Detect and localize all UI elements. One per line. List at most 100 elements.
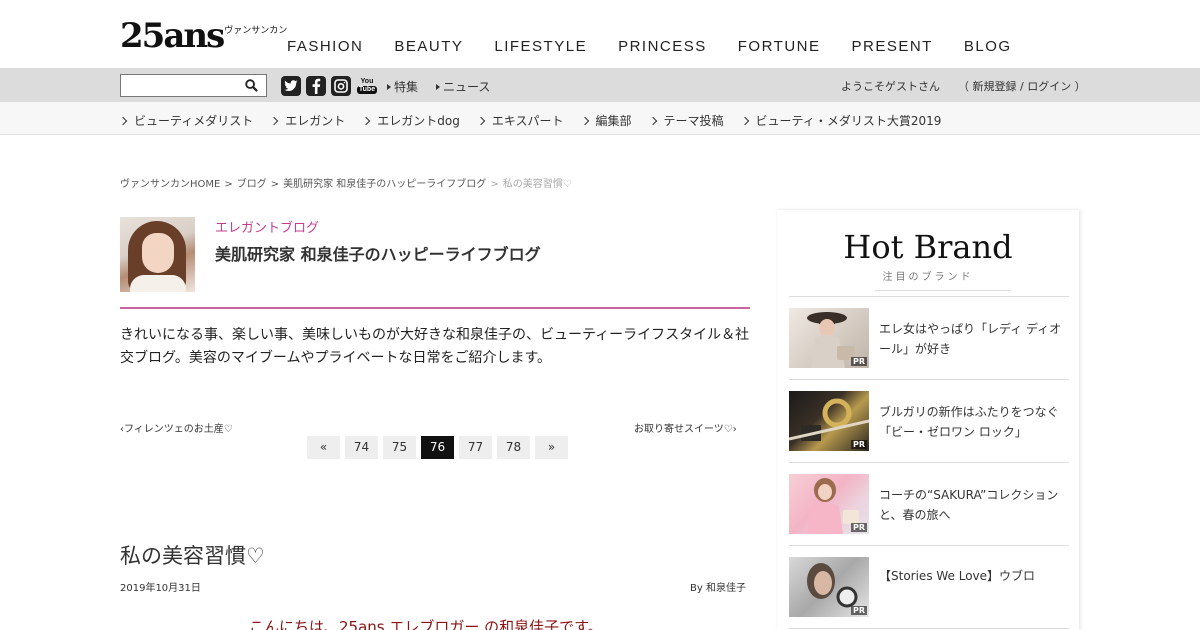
breadcrumb-blog-name[interactable]: 美肌研究家 和泉佳子のハッピーライフブログ: [283, 179, 486, 190]
sidebar-title: Hot Brand: [843, 228, 1013, 266]
article-author: By 和泉佳子: [690, 583, 746, 594]
blog-category[interactable]: エレガントブログ: [215, 217, 319, 236]
brand-item[interactable]: PR コーチの“SAKURA”コレクションと、春の旅へ: [789, 463, 1069, 546]
youtube-icon[interactable]: You Tube: [356, 76, 378, 96]
blog-title[interactable]: 美肌研究家 和泉佳子のハッピーライフブログ: [215, 241, 541, 265]
search-input[interactable]: [121, 75, 239, 97]
breadcrumb-separator: >: [490, 179, 499, 190]
category-elegant[interactable]: エレガント: [270, 112, 346, 129]
youtube-bottom-text: Tube: [356, 86, 378, 94]
category-theme-post[interactable]: テーマ投稿: [648, 112, 724, 129]
category-label: 編集部: [595, 114, 632, 128]
hot-brand-sidebar: Hot Brand 注目のブランド PR エレ女はやっぱり「レディ ディオール」…: [777, 210, 1079, 630]
nav-lifestyle[interactable]: LIFESTYLE: [494, 38, 587, 55]
brand-item-text: コーチの“SAKURA”コレクションと、春の旅へ: [879, 488, 1059, 522]
article-date: 2019年10月31日: [120, 583, 201, 594]
category-editorial[interactable]: 編集部: [580, 112, 632, 129]
pr-badge: PR: [850, 523, 867, 532]
sidebar-subtitle: 注目のブランド: [882, 272, 974, 283]
instagram-icon[interactable]: [331, 76, 351, 96]
pagination: « 74 75 76 77 78 »: [307, 436, 568, 459]
brand-thumbnail: PR: [789, 474, 869, 534]
chevron-right-icon: ›: [732, 424, 737, 435]
site-logo[interactable]: 25ans ヴァンサンカン: [120, 16, 287, 56]
page-77[interactable]: 77: [459, 436, 492, 459]
brand-thumbnail: PR: [789, 308, 869, 368]
chevron-right-icon: [270, 116, 279, 125]
twitter-icon[interactable]: [281, 76, 301, 96]
facebook-icon[interactable]: [306, 76, 326, 96]
chevron-right-icon: [118, 116, 128, 125]
pr-badge: PR: [850, 606, 867, 615]
pr-badge: PR: [850, 440, 867, 449]
category-expert[interactable]: エキスパート: [476, 112, 564, 129]
logo-text: 25ans: [120, 16, 225, 56]
next-post-label: お取り寄せスイーツ♡: [634, 424, 733, 435]
chevron-right-icon: [648, 116, 657, 125]
link-news[interactable]: ニュース: [436, 78, 490, 95]
category-label: ビューティ・メダリスト大賞2019: [755, 114, 942, 128]
brand-item[interactable]: PR エレ女はやっぱり「レディ ディオール」が好き: [789, 297, 1069, 380]
nav-fortune[interactable]: FORTUNE: [738, 38, 821, 55]
category-elegant-dog[interactable]: エレガントdog: [362, 112, 460, 129]
page-75[interactable]: 75: [383, 436, 416, 459]
link-feature-label: 特集: [394, 80, 419, 94]
chevron-right-icon: [580, 116, 589, 125]
category-label: エレガントdog: [377, 114, 460, 128]
chevron-right-icon: [476, 116, 486, 125]
utility-bar: You Tube 特集 ニュース ようこそゲストさん （ 新規登録 / ログイン…: [0, 68, 1200, 102]
category-label: エキスパート: [491, 114, 564, 128]
brand-item-text: 【Stories We Love】ウブロ: [879, 569, 1036, 583]
welcome-text: ようこそゲストさん: [841, 80, 940, 93]
search-box: [120, 74, 267, 97]
page-74[interactable]: 74: [345, 436, 378, 459]
nav-blog[interactable]: BLOG: [964, 38, 1012, 55]
link-news-label: ニュース: [443, 80, 491, 94]
brand-thumbnail: PR: [789, 391, 869, 451]
site-header: 25ans ヴァンサンカン FASHION BEAUTY LIFESTYLE P…: [0, 0, 1200, 68]
breadcrumb-separator: >: [224, 179, 233, 190]
breadcrumb-separator: >: [270, 179, 280, 190]
logo-kana: ヴァンサンカン: [224, 26, 288, 36]
author-photo: [120, 217, 195, 292]
divider: [120, 307, 750, 309]
nav-beauty[interactable]: BEAUTY: [394, 38, 463, 55]
triangle-right-icon: [436, 83, 441, 90]
brand-thumbnail: PR: [789, 557, 869, 617]
page-last[interactable]: »: [535, 436, 568, 459]
link-feature[interactable]: 特集: [387, 78, 418, 95]
breadcrumb: ヴァンサンカンHOME > ブログ > 美肌研究家 和泉佳子のハッピーライフブログ > 私の…: [120, 175, 572, 190]
brand-item-text: エレ女はやっぱり「レディ ディオール」が好き: [879, 322, 1062, 356]
article-title: 私の美容習慣♡: [120, 544, 265, 568]
breadcrumb-current: 私の美容習慣♡: [502, 179, 572, 190]
nav-fashion[interactable]: FASHION: [287, 38, 363, 55]
category-beauty-medalist[interactable]: ビューティメダリスト: [118, 112, 254, 129]
page-76-current[interactable]: 76: [421, 436, 454, 459]
nav-princess[interactable]: PRINCESS: [618, 38, 707, 55]
breadcrumb-blog[interactable]: ブログ: [237, 179, 267, 190]
category-label: ビューティメダリスト: [134, 114, 254, 128]
triangle-right-icon: [387, 83, 391, 90]
brand-item-text: ブルガリの新作はふたりをつなぐ「ビー・ゼロワン ロック」: [879, 405, 1059, 439]
prev-post-link[interactable]: ‹フィレンツェのお土産♡: [120, 420, 233, 435]
brand-item[interactable]: PR 【Stories We Love】ウブロ: [789, 546, 1069, 629]
blog-description: きれいになる事、楽しい事、美味しいものが大好きな和泉佳子の、ビューティーライフス…: [120, 327, 750, 366]
page-78[interactable]: 78: [497, 436, 530, 459]
nav-present[interactable]: PRESENT: [852, 38, 933, 55]
chevron-right-icon: [740, 116, 749, 125]
breadcrumb-home[interactable]: ヴァンサンカンHOME: [120, 179, 220, 190]
next-post-link[interactable]: お取り寄せスイーツ♡›: [634, 420, 737, 435]
category-label: エレガント: [285, 114, 346, 128]
brand-item[interactable]: PR ブルガリの新作はふたりをつなぐ「ビー・ゼロワン ロック」: [789, 380, 1069, 463]
social-links: You Tube: [281, 76, 378, 96]
divider: [875, 290, 1011, 291]
page-first[interactable]: «: [307, 436, 340, 459]
feature-links: 特集 ニュース: [387, 78, 508, 95]
register-login-link[interactable]: （ 新規登録 / ログイン ）: [958, 78, 1086, 94]
category-medalist-award[interactable]: ビューティ・メダリスト大賞2019: [740, 112, 942, 129]
article-body: こんにちは、25ans エレブロガー の和泉佳子です。: [249, 618, 603, 630]
search-icon[interactable]: [245, 79, 258, 92]
chevron-right-icon: [362, 116, 371, 125]
pr-badge: PR: [850, 357, 867, 366]
main-nav: FASHION BEAUTY LIFESTYLE PRINCESS FORTUN…: [287, 38, 1043, 55]
